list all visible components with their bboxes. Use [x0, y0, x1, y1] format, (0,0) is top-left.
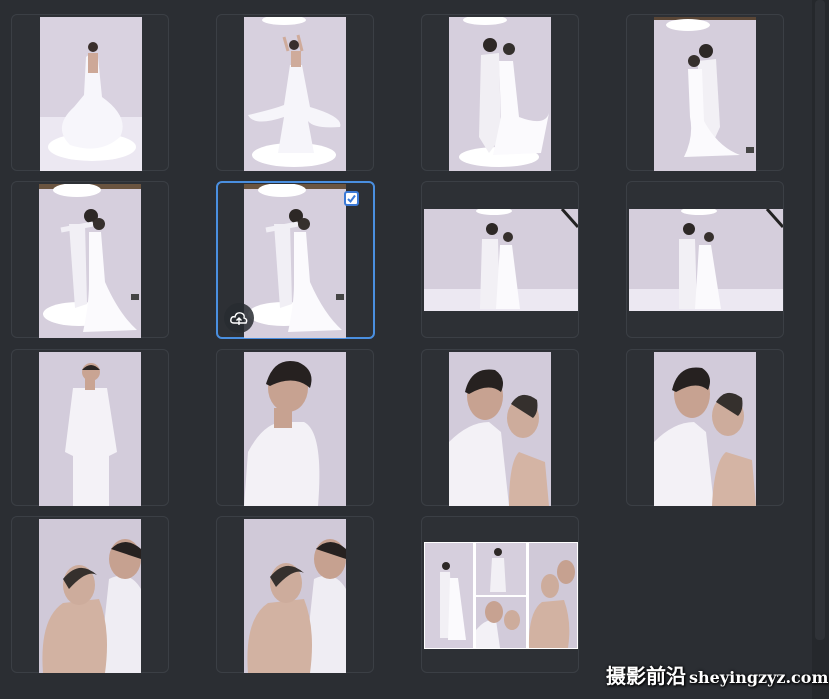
collage-thumbnail[interactable] [424, 542, 578, 649]
photo-tile[interactable] [626, 14, 784, 171]
photo-thumbnail[interactable] [629, 209, 783, 311]
photo-thumbnail[interactable] [244, 17, 346, 171]
photo-thumbnail[interactable] [424, 209, 578, 311]
photo-thumbnail[interactable] [40, 17, 142, 171]
photo-tile[interactable] [421, 349, 579, 506]
photo-thumbnail[interactable] [39, 184, 141, 338]
photo-tile[interactable] [421, 181, 579, 338]
photo-tile[interactable] [216, 516, 374, 673]
photo-tile[interactable] [216, 14, 374, 171]
photo-thumbnail[interactable] [654, 17, 756, 171]
photo-thumbnail[interactable] [244, 352, 346, 506]
photo-thumbnail[interactable] [244, 184, 346, 338]
photo-thumbnail[interactable] [449, 352, 551, 506]
watermark-chinese-text: 摄影前沿 [606, 664, 686, 688]
scrollbar-thumb[interactable] [815, 0, 825, 640]
photo-tile[interactable] [421, 516, 579, 673]
photo-tile[interactable] [626, 181, 784, 338]
photo-tile[interactable] [421, 14, 579, 171]
photo-tile[interactable] [11, 516, 169, 673]
photo-tile[interactable] [11, 181, 169, 338]
checkbox-checked-icon[interactable] [344, 191, 359, 206]
photo-thumbnail[interactable] [449, 17, 551, 171]
photo-tile[interactable] [626, 349, 784, 506]
photo-thumbnail[interactable] [39, 352, 141, 506]
watermark: 摄影前沿 sheyingzyz.com [606, 660, 828, 689]
photo-thumbnail[interactable] [244, 519, 346, 673]
photo-tile[interactable] [216, 349, 374, 506]
photo-thumbnail[interactable] [39, 519, 141, 673]
watermark-url-text: sheyingzyz.com [689, 668, 829, 687]
photo-tile[interactable] [11, 349, 169, 506]
cloud-upload-icon[interactable] [224, 303, 254, 333]
selected-photo-tile[interactable] [216, 181, 375, 339]
photo-thumbnail[interactable] [654, 352, 756, 506]
photo-tile[interactable] [11, 14, 169, 171]
photo-grid [0, 0, 812, 699]
